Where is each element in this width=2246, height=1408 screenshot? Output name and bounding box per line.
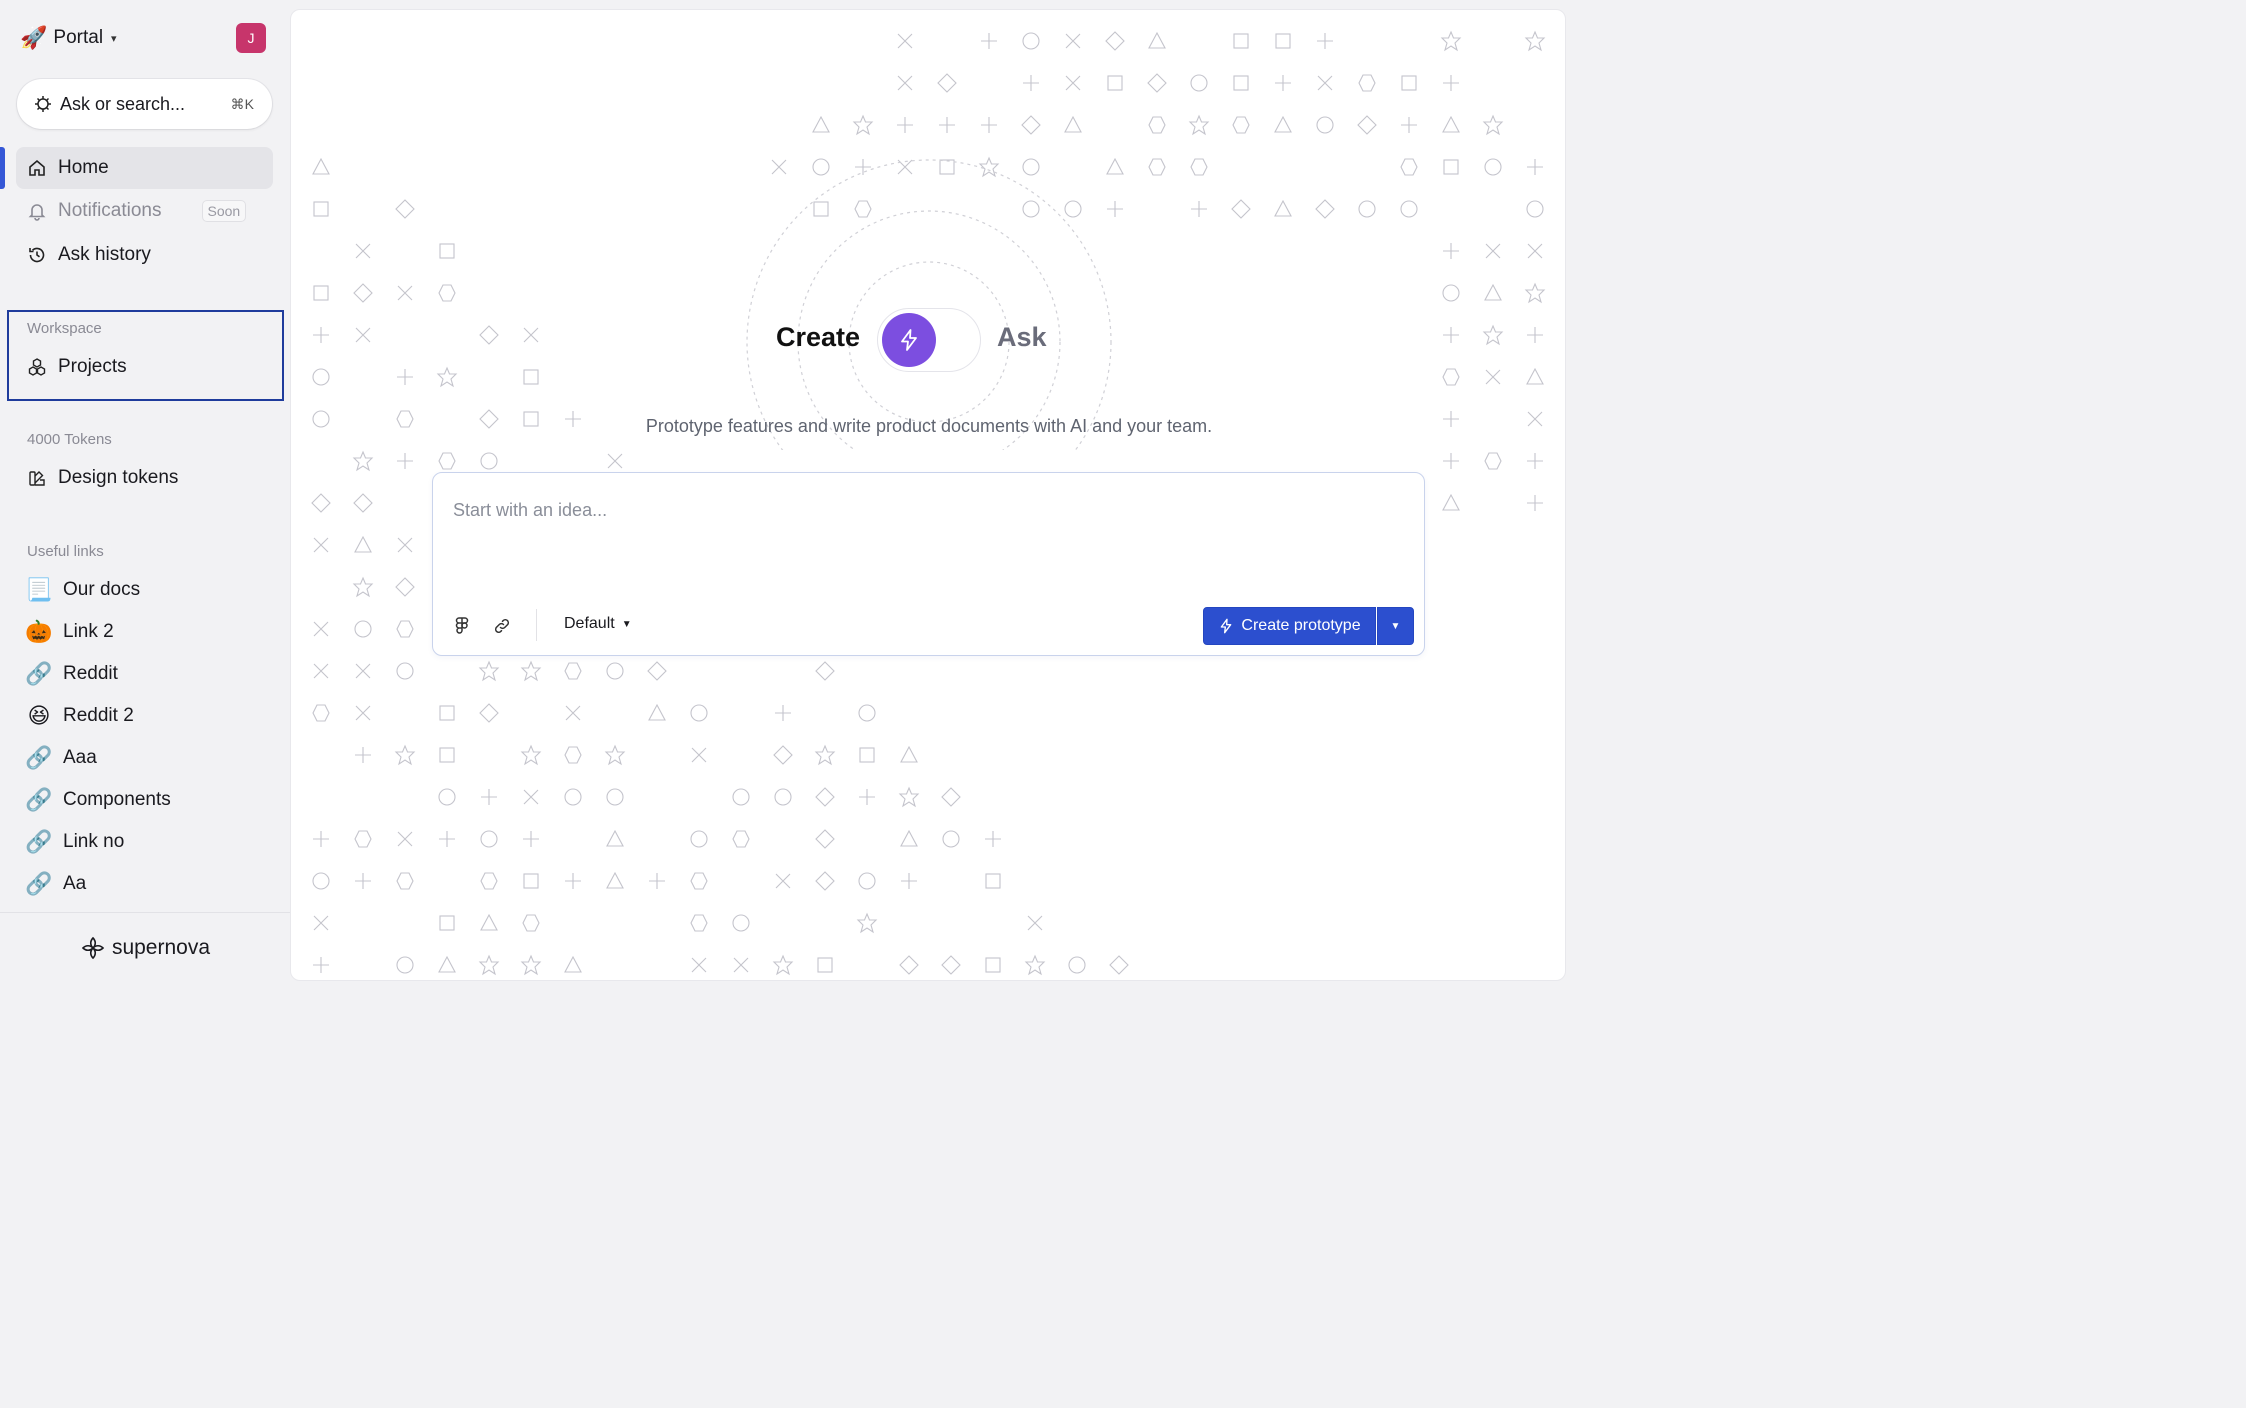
swatches-icon <box>29 471 45 486</box>
supernova-logo[interactable]: supernova <box>80 935 210 961</box>
link-icon: 🔗 <box>25 661 53 686</box>
link-label: Aa <box>63 873 87 894</box>
brand-name: supernova <box>111 936 211 959</box>
ai-sparkle-icon <box>35 96 51 112</box>
prompt-input[interactable] <box>453 495 1353 525</box>
home-icon <box>29 159 45 176</box>
workspace-name: Portal <box>53 27 104 48</box>
pumpkin-icon: 🎃 <box>25 619 53 644</box>
history-icon <box>29 247 45 263</box>
sidebar-item-ask-history[interactable]: Ask history <box>16 234 273 276</box>
link-item-aaa[interactable]: 🔗 Aaa <box>25 740 275 776</box>
lightning-icon <box>882 313 936 367</box>
link-icon: 🔗 <box>25 829 53 854</box>
link-item-our-docs[interactable]: 📃 Our docs <box>25 572 275 608</box>
section-label-workspace: Workspace <box>27 320 102 337</box>
link-icon: 🔗 <box>25 871 53 896</box>
bell-icon <box>28 204 46 221</box>
sidebar-item-notifications[interactable]: Notifications Soon <box>16 190 273 232</box>
create-prototype-button[interactable]: Create prototype <box>1203 607 1376 645</box>
main-panel: Create Ask Prototype features and write … <box>290 9 1566 981</box>
link-item-aa[interactable]: 🔗 Aa <box>25 866 275 902</box>
soon-badge: Soon <box>201 200 247 222</box>
link-label: Link no <box>63 831 125 852</box>
shortcut-hint: ⌘K <box>230 95 254 112</box>
mode-toggle: Create Ask <box>291 308 1565 374</box>
mode-dropdown[interactable]: Default ▼ <box>564 615 632 633</box>
laughing-face-icon: 😆 <box>27 703 51 728</box>
link-label: Reddit 2 <box>63 705 134 726</box>
toggle-ask-label[interactable]: Ask <box>997 322 1047 353</box>
sidebar: 🚀 Portal ▾ J Ask or search... ⌘K Home No… <box>0 0 290 983</box>
chevron-down-icon: ▼ <box>1390 620 1401 632</box>
search-button[interactable]: Ask or search... ⌘K <box>17 79 272 129</box>
link-item-link-2[interactable]: 🎃 Link 2 <box>25 614 275 650</box>
link-icon: 🔗 <box>25 787 53 812</box>
link-icon[interactable] <box>491 615 513 637</box>
create-prototype-label: Create prototype <box>1241 617 1361 634</box>
create-options-dropdown[interactable]: ▼ <box>1377 607 1414 645</box>
scroll-icon: 📃 <box>25 577 53 602</box>
link-label: Aaa <box>63 747 97 768</box>
chevron-down-icon: ▾ <box>111 32 117 45</box>
workspace-switcher[interactable]: 🚀 Portal ▾ <box>20 22 270 54</box>
link-label: Components <box>63 789 171 810</box>
link-item-components[interactable]: 🔗 Components <box>25 782 275 818</box>
toolbar-divider <box>536 609 537 641</box>
link-item-link-no[interactable]: 🔗 Link no <box>25 824 275 860</box>
supernova-logo-icon <box>81 936 105 960</box>
link-item-reddit[interactable]: 🔗 Reddit <box>25 656 275 692</box>
section-label-tokens: 4000 Tokens <box>27 431 112 448</box>
page-subtitle: Prototype features and write product doc… <box>645 416 1213 436</box>
mode-switch[interactable] <box>877 308 981 372</box>
link-label: Our docs <box>63 579 141 600</box>
sidebar-item-projects[interactable]: Projects <box>16 346 266 388</box>
chevron-down-icon: ▼ <box>621 618 632 630</box>
cubes-icon <box>28 358 46 376</box>
toggle-create-label[interactable]: Create <box>776 322 860 353</box>
sidebar-item-label: Notifications <box>58 200 162 221</box>
avatar[interactable]: J <box>236 23 266 53</box>
sidebar-item-design-tokens[interactable]: Design tokens <box>16 457 266 499</box>
link-icon: 🔗 <box>25 745 53 770</box>
section-label-useful-links: Useful links <box>27 543 104 560</box>
figma-icon[interactable] <box>451 615 473 637</box>
link-label: Link 2 <box>63 621 114 642</box>
sidebar-item-home[interactable]: Home <box>16 147 273 189</box>
active-indicator <box>0 147 5 189</box>
sidebar-item-label: Home <box>58 157 109 178</box>
prompt-composer: Default ▼ Create prototype ▼ <box>432 472 1425 656</box>
sidebar-footer: supernova <box>0 912 290 983</box>
sidebar-item-label: Ask history <box>58 244 151 265</box>
lightning-icon <box>1221 618 1232 634</box>
link-label: Reddit <box>63 663 118 684</box>
search-label: Ask or search... <box>60 93 186 114</box>
mode-dropdown-value: Default <box>564 615 615 632</box>
link-item-reddit-2[interactable]: 😆 Reddit 2 <box>25 698 275 734</box>
rocket-icon: 🚀 <box>20 25 48 50</box>
sidebar-item-label: Design tokens <box>58 467 179 488</box>
decorative-rings <box>746 159 1112 450</box>
sidebar-item-label: Projects <box>58 356 127 377</box>
